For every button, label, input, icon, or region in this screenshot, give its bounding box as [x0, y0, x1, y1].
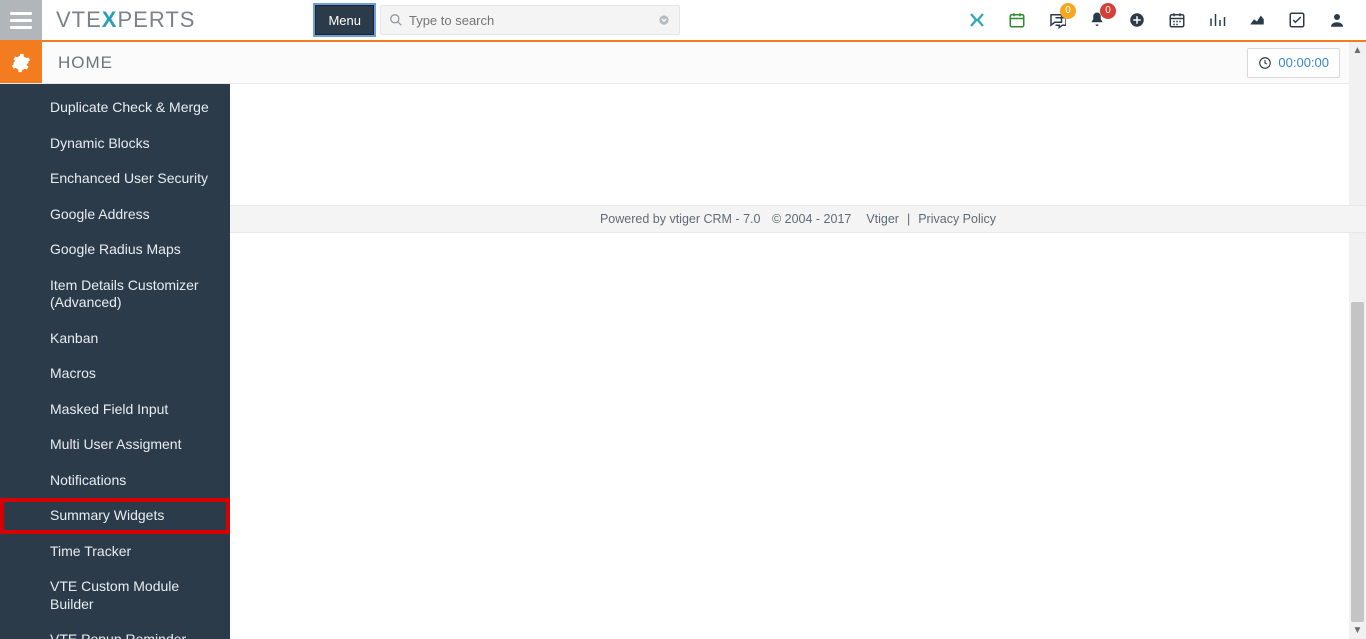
- logo-text-x: X: [102, 7, 118, 33]
- settings-menu-list: Duplicate Check & Merge Dynamic Blocks Enc…: [0, 84, 230, 639]
- settings-panel: Duplicate Check & Merge Dynamic Blocks Enc…: [0, 84, 230, 639]
- settings-menu-item-label: Notifications: [50, 472, 126, 488]
- sub-bar: HOME 00:00:00: [0, 42, 1366, 84]
- settings-menu-item-label: Kanban: [50, 330, 98, 346]
- app-logo: VTEXPERTS: [42, 0, 209, 40]
- logo-text-right: PERTS: [117, 7, 195, 33]
- settings-menu-item[interactable]: Time Tracker: [0, 534, 230, 570]
- settings-menu-item-label: Summary Widgets: [50, 507, 164, 523]
- xc-icon[interactable]: [968, 11, 986, 29]
- settings-menu-item[interactable]: Multi User Assigment: [0, 427, 230, 463]
- vertical-scrollbar[interactable]: ▲ ▼: [1349, 42, 1366, 639]
- settings-menu-item-label: Macros: [50, 365, 96, 381]
- settings-menu-item[interactable]: Macros: [0, 356, 230, 392]
- settings-menu-item-label: Item Details Customizer (Advanced): [50, 277, 199, 311]
- bell-badge: 0: [1100, 3, 1116, 19]
- settings-menu-item-label: Duplicate Check & Merge: [50, 99, 209, 115]
- settings-menu-item[interactable]: Kanban: [0, 321, 230, 357]
- page-title: HOME: [58, 53, 113, 73]
- footer-powered-by: Powered by vtiger CRM - 7.0: [600, 212, 760, 226]
- settings-menu-item[interactable]: Enchanced User Security: [0, 161, 230, 197]
- settings-menu-item[interactable]: Dynamic Blocks: [0, 126, 230, 162]
- settings-menu-item-label: Time Tracker: [50, 543, 131, 559]
- logo-text-left: VTE: [56, 7, 102, 33]
- settings-menu-item[interactable]: Notifications: [0, 463, 230, 499]
- user-icon[interactable]: [1328, 11, 1346, 29]
- bar-chart-icon[interactable]: [1208, 11, 1226, 29]
- chevron-down-icon[interactable]: [657, 13, 671, 27]
- top-bar: VTEXPERTS Menu 0 0: [0, 0, 1366, 42]
- settings-menu-item-label: Masked Field Input: [50, 401, 168, 417]
- footer-copyright: © 2004 - 2017: [772, 212, 851, 226]
- settings-button[interactable]: [0, 42, 42, 83]
- add-icon[interactable]: [1128, 11, 1146, 29]
- menu-button-label: Menu: [328, 13, 361, 28]
- scroll-thumb[interactable]: [1351, 302, 1364, 622]
- search-input[interactable]: [409, 13, 649, 28]
- chat-badge: 0: [1060, 3, 1076, 19]
- bell-icon[interactable]: 0: [1088, 11, 1106, 29]
- footer-separator: |: [907, 212, 910, 226]
- timer-widget[interactable]: 00:00:00: [1247, 48, 1340, 78]
- calendar-icon[interactable]: [1168, 11, 1186, 29]
- scroll-down-icon[interactable]: ▼: [1349, 622, 1366, 639]
- hamburger-button[interactable]: [0, 0, 42, 40]
- scroll-up-icon[interactable]: ▲: [1349, 42, 1366, 59]
- settings-menu-item[interactable]: VTE Custom Module Builder: [0, 569, 230, 622]
- global-search[interactable]: [380, 5, 680, 35]
- footer-privacy-link[interactable]: Privacy Policy: [918, 212, 996, 226]
- settings-menu-item[interactable]: Item Details Customizer (Advanced): [0, 268, 230, 321]
- area-chart-icon[interactable]: [1248, 11, 1266, 29]
- footer: Powered by vtiger CRM - 7.0 © 2004 - 201…: [230, 205, 1366, 233]
- search-icon: [389, 13, 403, 27]
- timer-value: 00:00:00: [1278, 55, 1329, 70]
- settings-menu-item-label: VTE Popup Reminder: [50, 631, 186, 639]
- settings-menu-item-label: Multi User Assigment: [50, 436, 181, 452]
- chat-icon[interactable]: 0: [1048, 11, 1066, 29]
- settings-menu-item[interactable]: Google Address: [0, 197, 230, 233]
- top-right-icons: 0 0: [968, 0, 1366, 40]
- settings-menu-item[interactable]: Google Radius Maps: [0, 232, 230, 268]
- footer-vendor-link[interactable]: Vtiger: [866, 212, 899, 226]
- menu-button[interactable]: Menu: [315, 5, 374, 35]
- settings-menu-item-label: Google Address: [50, 206, 150, 222]
- settings-menu-item-label: VTE Custom Module Builder: [50, 578, 179, 612]
- settings-menu-item-label: Enchanced User Security: [50, 170, 208, 186]
- settings-menu-item[interactable]: VTE Popup Reminder: [0, 622, 230, 639]
- calendar-check-icon[interactable]: [1008, 11, 1026, 29]
- hamburger-icon: [10, 19, 32, 22]
- settings-menu-item[interactable]: Duplicate Check & Merge: [0, 90, 230, 126]
- gear-icon: [11, 53, 31, 73]
- checkbox-icon[interactable]: [1288, 11, 1306, 29]
- breadcrumb: HOME: [42, 42, 113, 83]
- settings-menu-item-label: Google Radius Maps: [50, 241, 181, 257]
- clock-icon: [1258, 56, 1272, 70]
- settings-menu-item[interactable]: Summary Widgets: [0, 498, 230, 534]
- settings-menu-item[interactable]: Masked Field Input: [0, 392, 230, 428]
- settings-menu-item-label: Dynamic Blocks: [50, 135, 150, 151]
